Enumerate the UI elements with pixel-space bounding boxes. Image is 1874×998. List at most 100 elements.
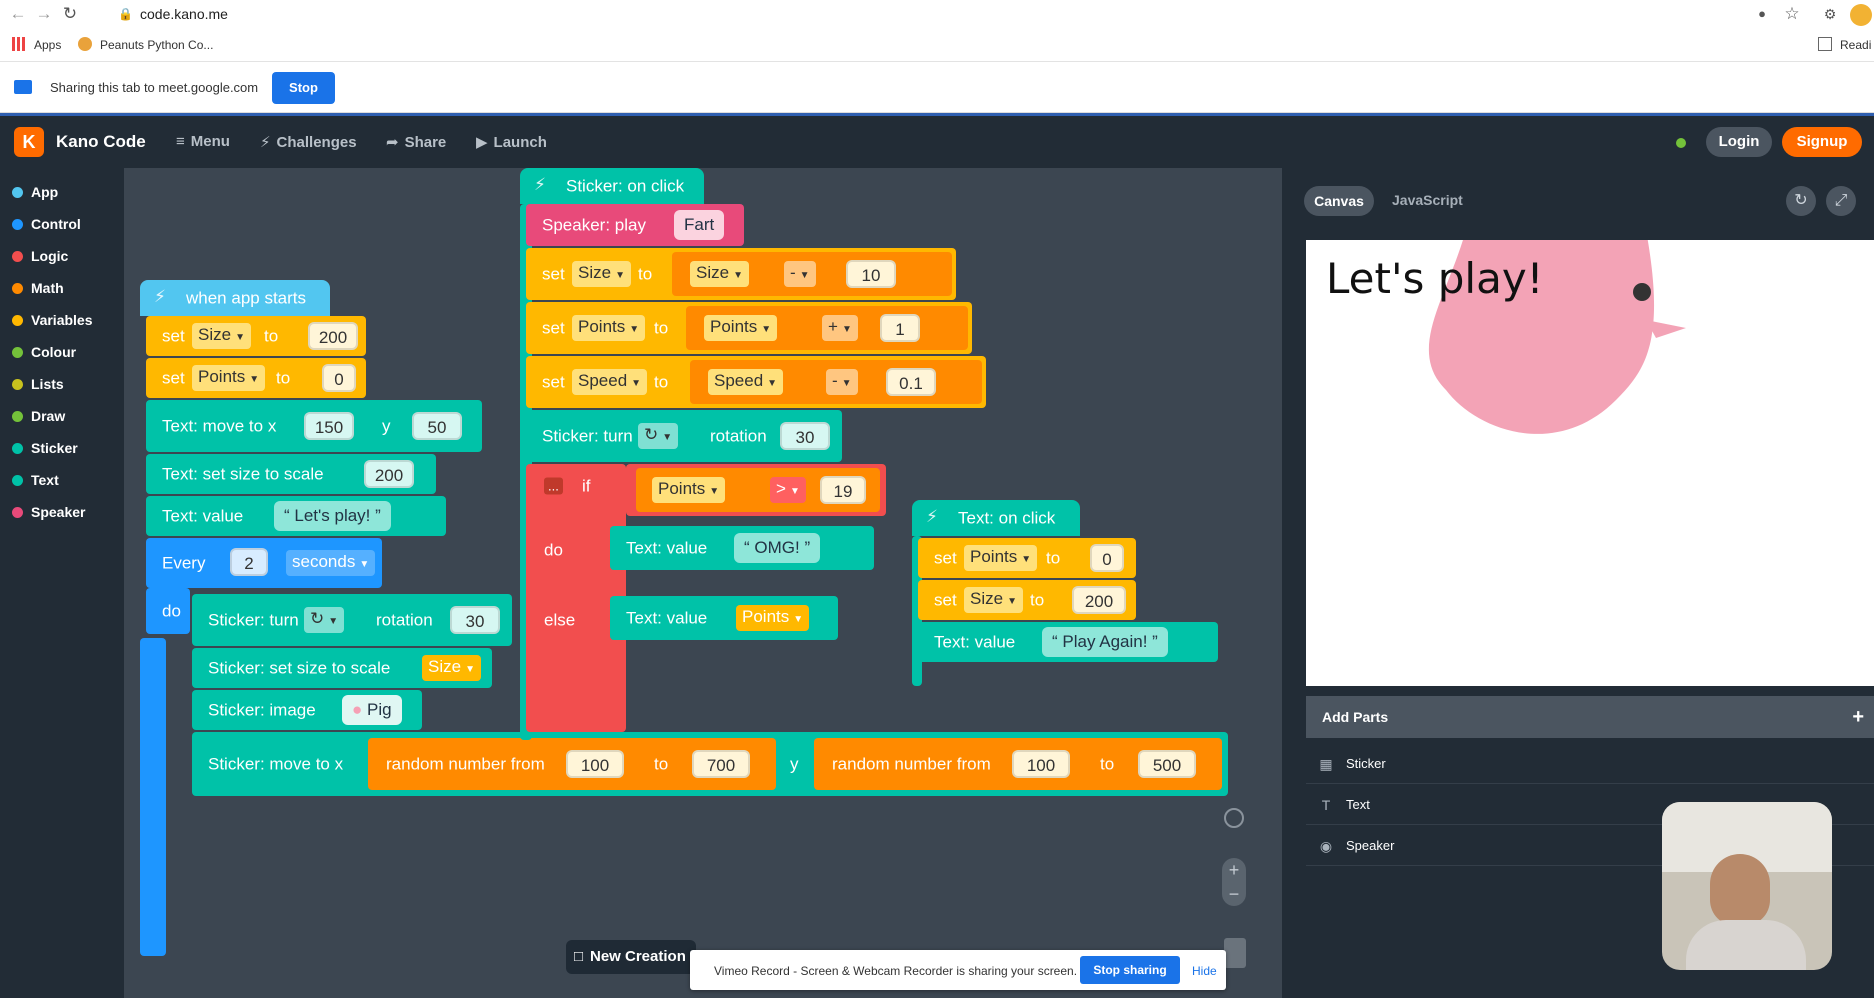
sticker-turn-block[interactable]: Sticker: turn ↻ ▼ rotation 30 [526, 410, 842, 462]
number-input[interactable]: 1 [880, 314, 920, 342]
random-number-block[interactable]: random number from 100 to 700 [368, 738, 776, 790]
number-input[interactable]: 100 [566, 750, 624, 778]
category-draw[interactable]: Draw [12, 406, 65, 426]
star-icon[interactable]: ☆ [1782, 4, 1802, 24]
recenter-icon[interactable] [1224, 808, 1244, 828]
number-input[interactable]: 2 [230, 548, 268, 576]
variable-dropdown[interactable]: Size ▼ [422, 655, 481, 681]
variable-dropdown[interactable]: Speed ▼ [572, 369, 648, 395]
text-value-block[interactable]: Text: value “ Play Again! ” [918, 622, 1218, 662]
nav-launch[interactable]: ▶ Launch [476, 133, 547, 151]
number-input[interactable]: 100 [1012, 750, 1070, 778]
fullscreen-icon[interactable]: ⤢ [1826, 186, 1856, 216]
number-input[interactable]: 200 [364, 460, 414, 488]
extensions-icon[interactable]: ⚙ [1820, 4, 1840, 24]
category-lists[interactable]: Lists [12, 374, 64, 394]
set-points-block[interactable]: set Points ▼ to 0 [918, 538, 1136, 578]
number-input[interactable]: 200 [308, 322, 358, 350]
canvas-preview[interactable]: Let's play! [1306, 240, 1874, 686]
sticker-image-block[interactable]: Sticker: image ● Pig [192, 690, 422, 730]
nav-menu[interactable]: ≡ Menu [176, 133, 230, 150]
interval-dropdown[interactable]: seconds ▼ [286, 550, 376, 576]
variable-dropdown[interactable]: Size ▼ [192, 323, 251, 349]
part-sticker[interactable]: ▦ Sticker [1306, 744, 1874, 784]
number-input[interactable]: 30 [780, 422, 830, 450]
operator-dropdown[interactable]: - ▼ [826, 369, 858, 395]
sticker-size-block[interactable]: Sticker: set size to scale Size ▼ [192, 648, 492, 688]
string-input[interactable]: “ OMG! ” [734, 533, 821, 563]
set-points-plus-block[interactable]: set Points ▼ to Points ▼ + ▼ 1 [526, 302, 972, 354]
category-logic[interactable]: Logic [12, 246, 68, 266]
category-sticker[interactable]: Sticker [12, 438, 78, 458]
math-op-block[interactable]: Size ▼ - ▼ 10 [672, 252, 952, 296]
vimeo-hide-button[interactable]: Hide [1192, 964, 1217, 978]
set-size-block[interactable]: set Size ▼ to 200 [918, 580, 1136, 620]
category-colour[interactable]: Colour [12, 342, 76, 362]
set-points-block[interactable]: set Points ▼ to 0 [146, 358, 366, 398]
number-input[interactable]: 19 [820, 476, 866, 504]
number-input[interactable]: 30 [450, 606, 500, 634]
number-input[interactable]: 50 [412, 412, 462, 440]
login-button[interactable]: Login [1706, 127, 1772, 157]
sound-picker[interactable]: Fart [674, 210, 725, 240]
set-speed-minus-block[interactable]: set Speed ▼ to Speed ▼ - ▼ 0.1 [526, 356, 986, 408]
variable-dropdown[interactable]: Speed ▼ [708, 369, 784, 395]
variable-dropdown[interactable]: Points ▼ [652, 477, 726, 503]
compare-block[interactable]: Points ▼ > ▼ 19 [636, 468, 880, 512]
text-size-block[interactable]: Text: set size to scale 200 [146, 454, 436, 494]
new-creation-button[interactable]: □ New Creation [566, 940, 696, 974]
category-math[interactable]: Math [12, 278, 64, 298]
code-workspace[interactable]: ⚡ when app starts set Size ▼ to 200 set P… [124, 168, 1282, 998]
webcam-overlay[interactable] [1662, 802, 1832, 970]
math-op-block[interactable]: Speed ▼ - ▼ 0.1 [690, 360, 982, 404]
random-number-block[interactable]: random number from 100 to 500 [814, 738, 1222, 790]
reload-icon[interactable]: ↻ [60, 4, 80, 24]
stop-sharing-button[interactable]: Stop [272, 72, 335, 104]
number-input[interactable]: 0.1 [886, 368, 936, 396]
bookmark-peanuts[interactable]: Peanuts Python Co... [78, 35, 213, 55]
variable-dropdown[interactable]: Points ▼ [192, 365, 266, 391]
when-app-starts-block[interactable]: ⚡ when app starts [140, 280, 330, 316]
address-bar[interactable]: 🔒 code.kano.me [104, 3, 1764, 25]
variable-dropdown[interactable]: Size ▼ [690, 261, 749, 287]
set-size-block[interactable]: set Size ▼ to 200 [146, 316, 366, 356]
add-parts-header[interactable]: Add Parts + [1306, 696, 1874, 738]
category-variables[interactable]: Variables [12, 310, 93, 330]
number-input[interactable]: 150 [304, 412, 354, 440]
operator-dropdown[interactable]: - ▼ [784, 261, 816, 287]
number-input[interactable]: 0 [322, 364, 356, 392]
category-control[interactable]: Control [12, 214, 81, 234]
direction-dropdown[interactable]: ↻ ▼ [638, 423, 679, 449]
reading-list[interactable]: Readi [1818, 35, 1871, 55]
text-value-block[interactable]: Text: value Points ▼ [610, 596, 838, 640]
nav-share[interactable]: ➦ Share [386, 133, 446, 151]
tab-canvas[interactable]: Canvas [1304, 186, 1374, 216]
bookmark-apps[interactable]: Apps [12, 35, 61, 55]
forward-icon[interactable]: → [34, 4, 54, 24]
variable-dropdown[interactable]: Size ▼ [964, 587, 1023, 613]
tab-javascript[interactable]: JavaScript [1392, 192, 1463, 208]
zoom-out-icon[interactable]: − [1222, 882, 1246, 906]
text-value-block[interactable]: Text: value “ Let's play! ” [146, 496, 446, 536]
category-speaker[interactable]: Speaker [12, 502, 85, 522]
variable-dropdown[interactable]: Size ▼ [572, 261, 631, 287]
string-input[interactable]: “ Let's play! ” [274, 501, 391, 531]
sticker-move-block[interactable]: Sticker: move to x random number from 10… [192, 732, 1228, 796]
math-op-block[interactable]: Points ▼ + ▼ 1 [686, 306, 968, 350]
camera-icon[interactable]: ● [1752, 4, 1772, 24]
nav-challenges[interactable]: ⚡ Challenges [260, 133, 357, 151]
sticker-turn-block[interactable]: Sticker: turn ↻ ▼ rotation 30 [192, 594, 512, 646]
direction-dropdown[interactable]: ↻ ▼ [304, 607, 345, 633]
signup-button[interactable]: Signup [1782, 127, 1862, 157]
text-move-block[interactable]: Text: move to x 150 y 50 [146, 400, 482, 452]
text-value-block[interactable]: Text: value “ OMG! ” [610, 526, 874, 570]
plus-icon[interactable]: + [1852, 696, 1864, 738]
speaker-play-block[interactable]: Speaker: play Fart [526, 204, 744, 246]
variable-dropdown[interactable]: Points ▼ [704, 315, 778, 341]
profile-avatar[interactable] [1850, 4, 1872, 26]
text-on-click-block[interactable]: ⚡ Text: on click [912, 500, 1080, 536]
category-text[interactable]: Text [12, 470, 59, 490]
number-input[interactable]: 10 [846, 260, 896, 288]
sticker-on-click-block[interactable]: ⚡ Sticker: on click [520, 168, 704, 204]
variable-dropdown[interactable]: Points ▼ [736, 605, 810, 631]
